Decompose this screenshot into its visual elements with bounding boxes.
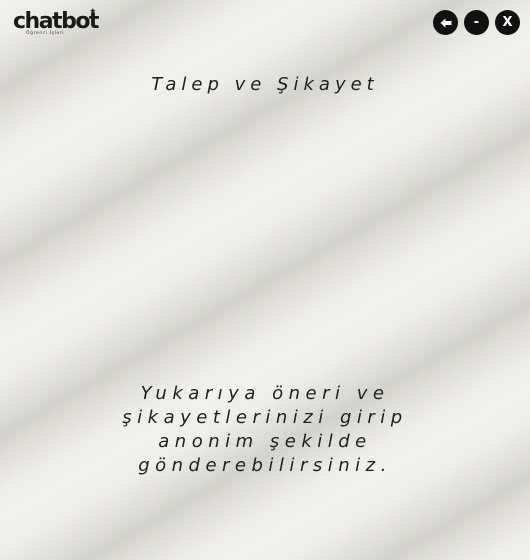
message-line: anonim şekilde	[158, 431, 372, 452]
back-arrow-icon	[440, 18, 451, 27]
sparkle-icon: ✦	[89, 7, 97, 17]
instruction-message: Yukarıya öneri ve şikayetlerinizi girip …	[115, 382, 415, 478]
minimize-button[interactable]: -	[464, 10, 489, 35]
logo-subtitle: Öğrenci İşleri	[26, 31, 65, 36]
minimize-label: -	[473, 15, 480, 30]
close-label: X	[502, 15, 513, 30]
window-controls: - X	[433, 10, 520, 35]
chatbot-logo: chatbot ✦ Öğrenci İşleri	[13, 7, 99, 40]
page-title: Talep ve Şikayet	[151, 74, 379, 95]
message-line: Yukarıya öneri ve	[140, 383, 390, 404]
message-line: gönderebilirsiniz.	[138, 455, 392, 476]
message-line: şikayetlerinizi girip	[122, 407, 408, 428]
back-button[interactable]	[433, 10, 458, 35]
close-button[interactable]: X	[495, 10, 520, 35]
